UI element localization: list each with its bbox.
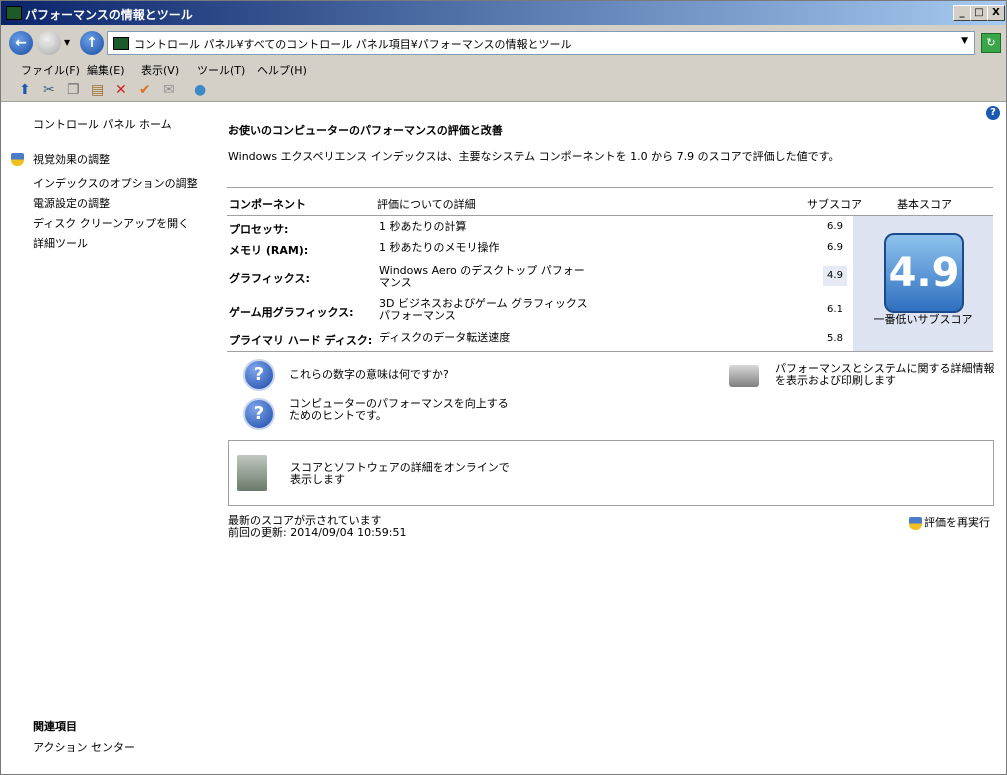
base-score-label: 一番低いサブスコア	[873, 313, 973, 326]
row-processor-details: 1 秒あたりの計算	[379, 220, 467, 233]
sidebar-item-indexing[interactable]: インデックスのオプションの調整	[33, 175, 198, 191]
meaning-link[interactable]: これらの数字の意味は何ですか?	[289, 369, 449, 381]
shield-icon	[11, 153, 24, 166]
rerun-assessment-link[interactable]: 評価を再実行	[924, 517, 990, 529]
row-graphics-label: グラフィックス:	[229, 272, 310, 285]
menu-edit[interactable]: 編集(E)	[87, 62, 125, 78]
header-details: 評価についての詳細	[377, 198, 476, 211]
menu-bar: ファイル(F) 編集(E) 表示(V) ツール(T) ヘルプ(H)	[1, 59, 1006, 79]
window-title: パフォーマンスの情報とツール	[25, 8, 193, 22]
close-button[interactable]: X	[987, 5, 1005, 21]
forward-arrow-icon[interactable]: →	[37, 31, 61, 55]
refresh-icon[interactable]: ↻	[981, 33, 1001, 53]
help-question-icon[interactable]: ?	[243, 398, 275, 430]
control-panel-icon	[6, 6, 22, 20]
check-icon[interactable]: ✔	[139, 82, 151, 98]
delete-icon[interactable]: ✕	[115, 82, 127, 98]
sidebar-home-link[interactable]: コントロール パネル ホーム	[33, 116, 172, 132]
address-field[interactable]: コントロール パネル¥すべてのコントロール パネル項目¥パフォーマンスの情報とツ…	[107, 31, 975, 55]
print-details-link[interactable]: パフォーマンスとシステムに関する詳細情報を表示および印刷します	[775, 363, 997, 387]
score-table: コンポーネント 評価についての詳細 サブスコア 基本スコア プロセッサ: 1 秒…	[227, 187, 993, 352]
address-path: コントロール パネル¥すべてのコントロール パネル項目¥パフォーマンスの情報とツ…	[134, 38, 572, 51]
page-description: Windows エクスペリエンス インデックスは、主要なシステム コンポーネント…	[228, 150, 840, 163]
menu-tools[interactable]: ツール(T)	[197, 62, 245, 78]
header-basescore: 基本スコア	[897, 198, 952, 211]
sidebar-related-action-center[interactable]: アクション センター	[33, 739, 135, 755]
help-icon[interactable]: ?	[986, 106, 1000, 120]
row-gaming-graphics-details: 3D ビジネスおよびゲーム グラフィックス パフォーマンス	[379, 297, 588, 322]
online-details-link[interactable]: スコアとソフトウェアの詳細をオンラインで表示します	[290, 462, 515, 486]
content-area: ? コントロール パネル ホーム 視覚効果の調整 インデックスのオプションの調整…	[1, 102, 1006, 774]
shield-icon	[909, 517, 922, 530]
up-arrow-icon[interactable]: ↑	[80, 31, 104, 55]
menu-view[interactable]: 表示(V)	[141, 62, 179, 78]
row-memory-details: 1 秒あたりのメモリ操作	[379, 241, 500, 254]
help-question-icon[interactable]: ?	[243, 359, 275, 391]
last-updated: 前回の更新: 2014/09/04 10:59:51	[228, 526, 407, 539]
minimize-button[interactable]: _	[953, 5, 971, 21]
copy-icon[interactable]: ❐	[67, 82, 80, 98]
sidebar-item-power[interactable]: 電源設定の調整	[33, 195, 110, 211]
globe-icon[interactable]: ●	[194, 82, 206, 98]
improve-tips-link[interactable]: コンピューターのパフォーマンスを向上するためのヒントです。	[289, 398, 514, 422]
paste-icon[interactable]: ▤	[91, 82, 104, 98]
row-gaming-graphics-label: ゲーム用グラフィックス:	[229, 306, 354, 319]
header-component: コンポーネント	[229, 198, 306, 211]
row-memory-label: メモリ (RAM):	[229, 244, 309, 257]
address-bar-area: ← → ▼ ↑ コントロール パネル¥すべてのコントロール パネル項目¥パフォー…	[1, 25, 1006, 59]
title-bar: パフォーマンスの情報とツール _ □ X	[1, 1, 1006, 25]
online-details-box: スコアとソフトウェアの詳細をオンラインで表示します	[228, 440, 994, 506]
printer-icon[interactable]	[729, 365, 759, 387]
row-disk-label: プライマリ ハード ディスク:	[229, 334, 373, 347]
window: パフォーマンスの情報とツール _ □ X ← → ▼ ↑ コントロール パネル¥…	[0, 0, 1007, 775]
row-graphics-details: Windows Aero のデスクトップ パフォーマンス	[379, 264, 585, 289]
row-processor-label: プロセッサ:	[229, 223, 289, 236]
toolbar: ⬆ ✂ ❐ ▤ ✕ ✔ ✉ ●	[1, 79, 1006, 102]
base-score-panel: 4.9 一番低いサブスコア	[853, 216, 993, 351]
row-disk-details: ディスクのデータ転送速度	[379, 331, 511, 344]
related-title: 関連項目	[33, 720, 77, 733]
page-title: お使いのコンピューターのパフォーマンスの評価と改善	[228, 124, 503, 137]
sidebar-item-advanced-tools[interactable]: 詳細ツール	[33, 235, 88, 251]
chevron-down-icon[interactable]: ▼	[961, 36, 968, 46]
maximize-button[interactable]: □	[970, 5, 988, 21]
header-subscore: サブスコア	[807, 198, 862, 211]
mail-icon[interactable]: ✉	[163, 82, 175, 98]
sidebar-item-visual-effects[interactable]: 視覚効果の調整	[33, 151, 110, 167]
menu-file[interactable]: ファイル(F)	[21, 62, 80, 78]
menu-help[interactable]: ヘルプ(H)	[257, 62, 307, 78]
history-dropdown-icon[interactable]: ▼	[64, 38, 70, 47]
sidebar-item-disk-cleanup[interactable]: ディスク クリーンアップを開く	[33, 215, 189, 231]
back-arrow-icon[interactable]: ←	[9, 31, 33, 55]
control-panel-icon	[113, 37, 129, 50]
software-box-icon	[237, 455, 267, 491]
row-memory-subscore: 6.9	[827, 242, 843, 253]
row-disk-subscore: 5.8	[827, 333, 843, 344]
up-icon[interactable]: ⬆	[19, 82, 31, 98]
base-score-badge: 4.9	[884, 233, 964, 313]
row-processor-subscore: 6.9	[827, 221, 843, 232]
cut-icon[interactable]: ✂	[43, 82, 55, 98]
row-gaming-graphics-subscore: 6.1	[827, 304, 843, 315]
row-graphics-subscore: 4.9	[823, 266, 847, 286]
